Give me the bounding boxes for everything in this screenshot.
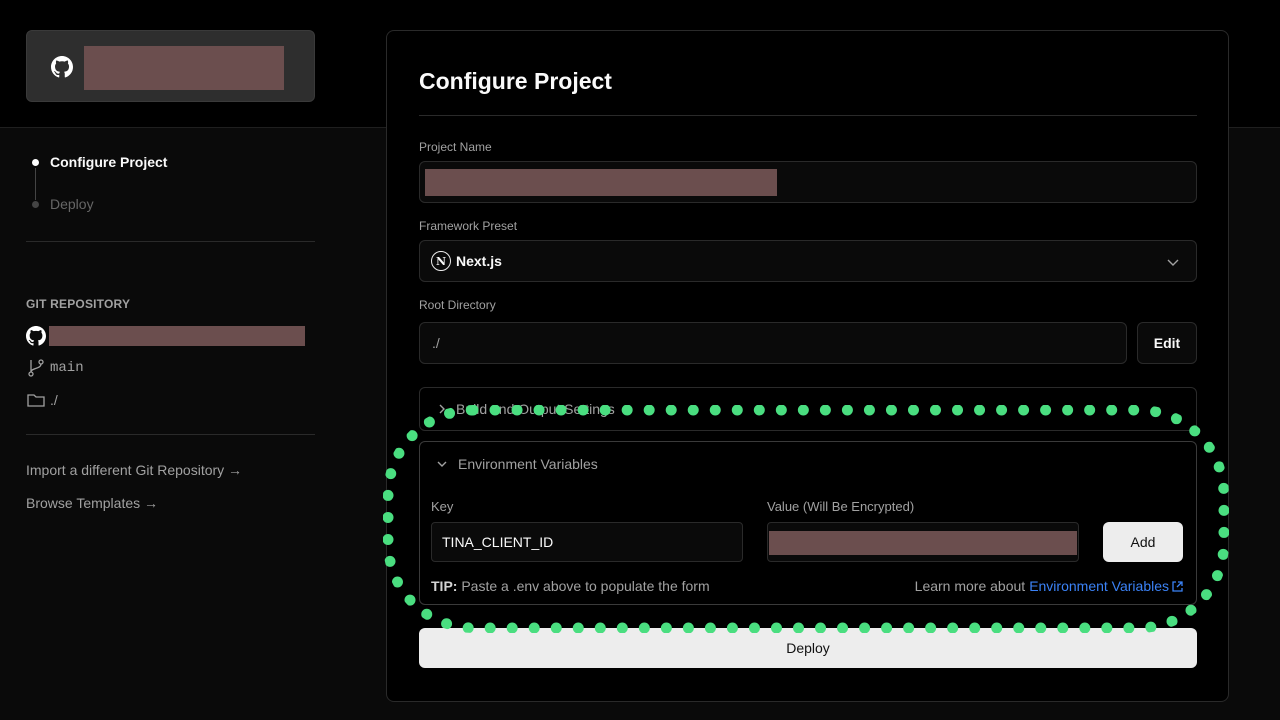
branch-row: main: [26, 358, 84, 378]
deploy-button[interactable]: Deploy: [419, 628, 1197, 668]
learn-more: Learn more about Environment Variables: [915, 578, 1184, 594]
env-vars-title: Environment Variables: [458, 456, 598, 472]
step-dot-inactive: [32, 201, 39, 208]
directory-path: ./: [50, 392, 58, 408]
divider: [26, 241, 315, 242]
page-title: Configure Project: [419, 68, 612, 94]
env-vars-docs-link[interactable]: Environment Variables: [1029, 578, 1169, 594]
project-name-label: Project Name: [419, 140, 492, 154]
divider: [26, 434, 315, 435]
build-output-label: Build and Output Settings: [456, 401, 615, 417]
redacted-repo-name: [84, 46, 284, 90]
git-repo-row[interactable]: [26, 326, 50, 346]
chevron-right-icon: [439, 404, 445, 414]
import-git-repo-link[interactable]: Import a different Git Repository →: [26, 462, 242, 478]
framework-value: Next.js: [456, 253, 502, 269]
tip-text: Paste a .env above to populate the form: [457, 578, 710, 594]
root-directory-label: Root Directory: [419, 298, 496, 312]
redacted-project-name: [425, 169, 777, 196]
root-directory-input[interactable]: ./: [419, 322, 1127, 364]
add-env-button[interactable]: Add: [1103, 522, 1183, 562]
key-label: Key: [431, 499, 454, 514]
configure-panel: Configure Project Project Name Framework…: [386, 30, 1229, 702]
nextjs-logo-icon: N: [431, 251, 451, 271]
framework-preset-label: Framework Preset: [419, 219, 518, 233]
environment-variables-section: Environment Variables Key Value (Will Be…: [419, 441, 1197, 605]
env-key-input[interactable]: TINA_CLIENT_ID: [431, 522, 743, 562]
github-icon: [51, 56, 73, 78]
project-name-input[interactable]: [419, 161, 1197, 203]
env-vars-toggle[interactable]: Environment Variables: [436, 456, 598, 472]
step-configure-project: Configure Project: [50, 154, 168, 170]
browse-templates-link[interactable]: Browse Templates →: [26, 495, 158, 511]
learn-more-text: Learn more about: [914, 578, 1026, 594]
chevron-down-icon: [1167, 259, 1179, 266]
git-branch-icon: [28, 359, 44, 377]
git-repository-heading: GIT REPOSITORY: [26, 297, 131, 311]
repo-card: [26, 30, 315, 102]
divider: [419, 115, 1197, 116]
step-deploy: Deploy: [50, 196, 94, 212]
redacted-env-value: [769, 531, 1077, 555]
redacted-repo-name: [49, 326, 305, 346]
build-output-settings-toggle[interactable]: Build and Output Settings: [419, 387, 1197, 431]
directory-row: ./: [26, 390, 58, 410]
stepper-line: [35, 168, 36, 200]
step-dot-active: [32, 159, 39, 166]
edit-root-button[interactable]: Edit: [1137, 322, 1197, 364]
github-icon: [26, 326, 46, 346]
tip-bold: TIP:: [431, 578, 458, 594]
branch-name: main: [50, 360, 84, 376]
env-tip: TIP: Paste a .env above to populate the …: [431, 578, 710, 594]
chevron-down-icon: [437, 461, 447, 467]
env-value-input[interactable]: [767, 522, 1079, 562]
folder-icon: [27, 394, 45, 407]
external-link-icon: [1172, 580, 1183, 592]
value-label: Value (Will Be Encrypted): [767, 499, 915, 514]
framework-preset-select[interactable]: N Next.js: [419, 240, 1197, 282]
